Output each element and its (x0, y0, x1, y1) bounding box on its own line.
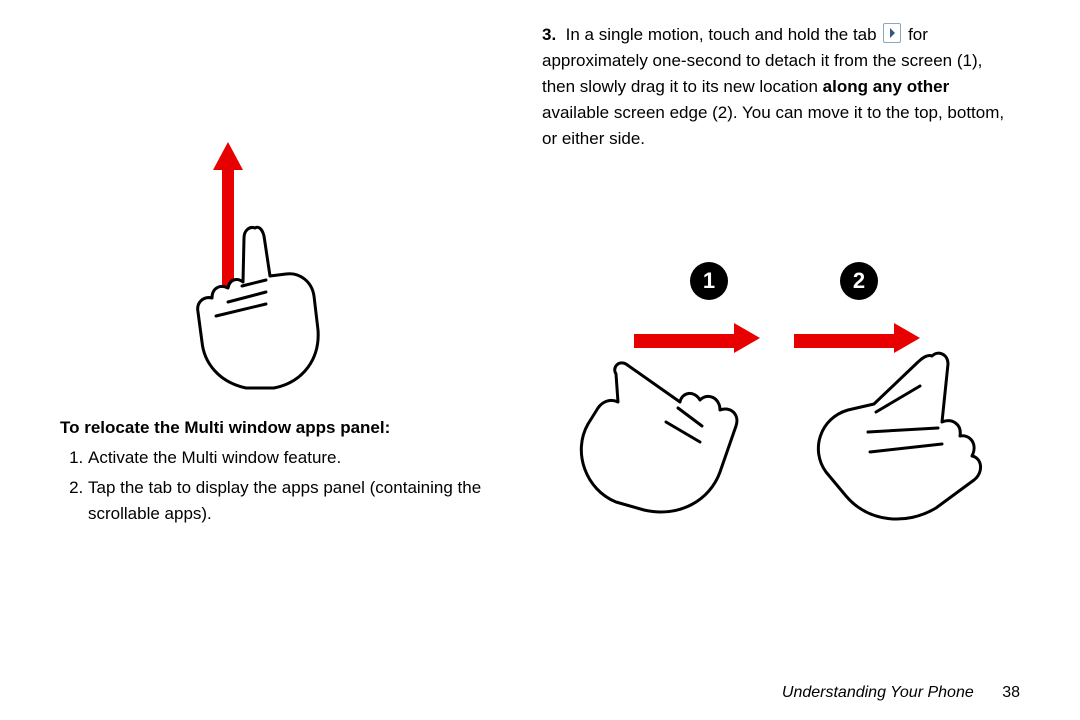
callout-1-icon: 1 (690, 262, 728, 300)
step-3-suffix: available screen edge (2). You can move … (542, 103, 1004, 148)
manual-page: To relocate the Multi window apps panel:… (0, 0, 1080, 720)
hand-pointing-icon (146, 212, 346, 412)
callout-2-icon: 2 (840, 262, 878, 300)
figure-swipe-vertical (110, 142, 370, 402)
two-hands-icon (570, 332, 1000, 552)
step-1: Activate the Multi window feature. (88, 445, 520, 471)
step-1-text: Activate the Multi window feature. (88, 448, 341, 467)
right-column: 3. In a single motion, touch and hold th… (540, 22, 1020, 698)
figure-drag-horizontal: 1 2 (580, 262, 1000, 562)
step-3-number: 3. (542, 25, 561, 44)
instruction-heading: To relocate the Multi window apps panel: (60, 417, 520, 439)
footer-section: Understanding Your Phone (782, 684, 974, 701)
tab-handle-icon (883, 23, 901, 43)
step-3-emphasis: along any other (823, 77, 950, 96)
step-2: Tap the tab to display the apps panel (c… (88, 475, 520, 527)
step-2-text: Tap the tab to display the apps panel (c… (88, 478, 481, 523)
step-3: 3. In a single motion, touch and hold th… (542, 22, 1020, 152)
step-3-prefix: In a single motion, touch and hold the t… (566, 25, 877, 44)
left-column: To relocate the Multi window apps panel:… (60, 22, 540, 698)
instruction-steps: Activate the Multi window feature. Tap t… (60, 445, 520, 527)
instruction-block: To relocate the Multi window apps panel:… (60, 417, 520, 531)
footer-page-number: 38 (1002, 684, 1020, 701)
page-footer: Understanding Your Phone 38 (782, 684, 1020, 702)
